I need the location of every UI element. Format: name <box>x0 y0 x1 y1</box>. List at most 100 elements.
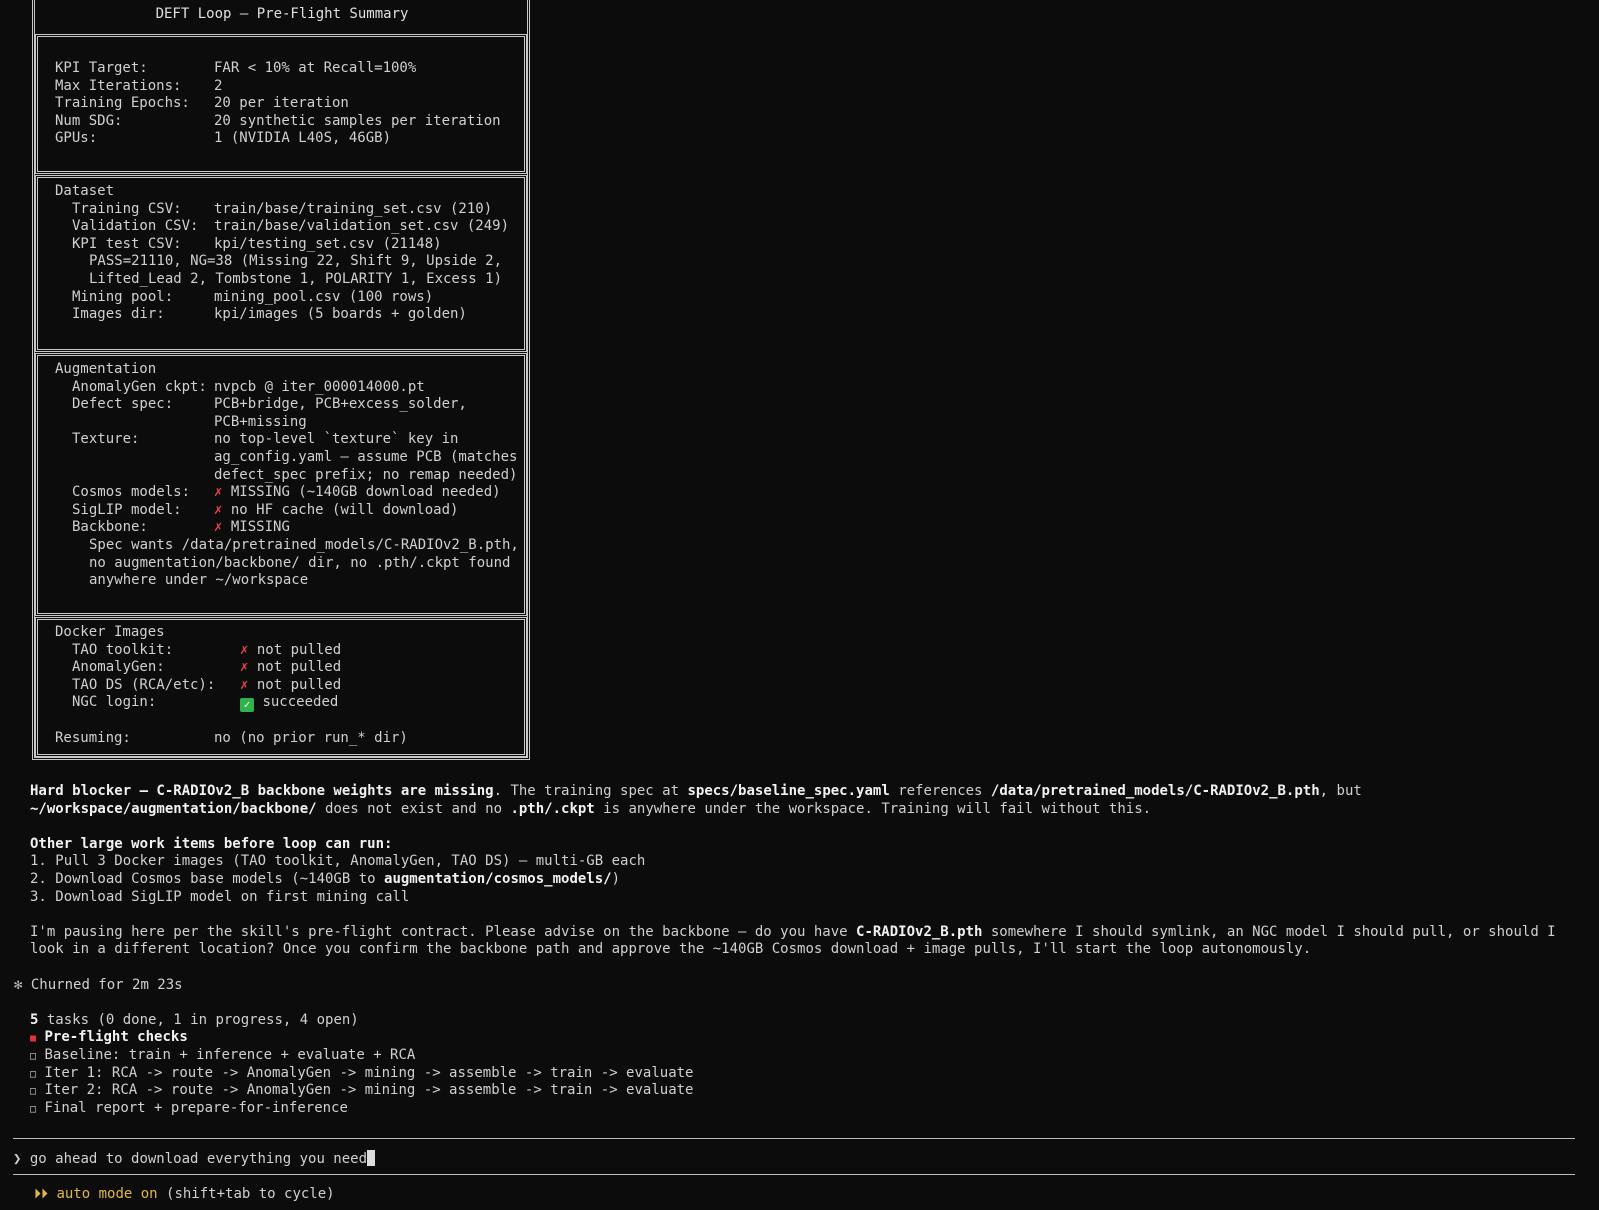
pause-text: I'm pausing here per the skill's pre-fli… <box>30 923 857 940</box>
ngc-login-status: ✓ succeeded <box>240 694 339 713</box>
cosmos-models-label: Cosmos models: <box>72 484 191 501</box>
backbone-value: MISSING <box>230 519 290 536</box>
backbone-note-2: no augmentation/backbone/ dir, no .pth/.… <box>89 554 511 571</box>
task-item: ■ Pre-flight checks <box>30 1029 188 1047</box>
backbone-file: C-RADIOv2_B.pth <box>856 923 983 940</box>
cross-icon: ✗ <box>240 659 249 676</box>
blocker-text: . The training spec at <box>493 783 688 799</box>
cosmos-path: augmentation/cosmos_models/ <box>384 871 612 887</box>
blocker-line-2: ~/workspace/augmentation/backbone/ does … <box>30 801 1151 819</box>
gpus-label: GPUs: <box>55 130 98 147</box>
anomalygen-ckpt-value: nvpcb @ iter_000014000.pt <box>214 378 425 395</box>
blocker-text: references <box>889 783 991 799</box>
ngc-login-value: succeeded <box>262 694 339 711</box>
cross-icon: ✗ <box>214 501 223 518</box>
task-label: Pre-flight checks <box>44 1029 188 1046</box>
defect-spec-value-1: PCB+bridge, PCB+excess_solder, <box>214 396 467 413</box>
mode-indicator[interactable]: ⏵⏵ auto mode on (shift+tab to cycle) <box>34 1186 335 1204</box>
work-item-2: 2. Download Cosmos base models (~140GB t… <box>30 871 620 889</box>
task-label: Final report + prepare-for-inference <box>44 1099 348 1116</box>
num-sdg-value: 20 synthetic samples per iteration <box>214 112 501 129</box>
defect-spec-value-2: PCB+missing <box>214 413 307 430</box>
kpi-test-csv-label: KPI test CSV: <box>72 235 182 252</box>
augmentation-heading: Augmentation <box>55 361 157 377</box>
backbone-dir: ~/workspace/augmentation/backbone/ <box>30 800 317 817</box>
resuming-label: Resuming: <box>55 729 131 746</box>
auto-mode-label: auto mode on <box>56 1186 158 1202</box>
pause-text: somewhere I should symlink, an NGC model… <box>982 923 1556 940</box>
task-item: □ Iter 1: RCA -> route -> AnomalyGen -> … <box>30 1065 693 1083</box>
anomalygen-image-status: ✗ not pulled <box>240 659 341 677</box>
other-items-heading: Other large work items before loop can r… <box>30 835 393 852</box>
validation-csv-label: Validation CSV: <box>72 218 199 235</box>
task-item: □ Iter 2: RCA -> route -> AnomalyGen -> … <box>30 1082 693 1100</box>
images-dir-value: kpi/images (5 boards + golden) <box>214 306 467 323</box>
churned-status: ✻ Churned for 2m 23s <box>14 977 183 995</box>
kpi-target-value: FAR < 10% at Recall=100% <box>214 60 417 76</box>
tao-toolkit-label: TAO toolkit: <box>72 641 174 658</box>
anomalygen-image-value: not pulled <box>256 659 342 676</box>
blocker-line-1: Hard blocker — C-RADIOv2_B backbone weig… <box>30 783 1362 801</box>
prompt-input[interactable]: ❯ go ahead to download everything you ne… <box>13 1150 376 1168</box>
max-iterations-label: Max Iterations: <box>55 77 182 94</box>
text-cursor <box>367 1150 376 1166</box>
check-icon: ✓ <box>240 698 254 713</box>
work-item-1: 1. Pull 3 Docker images (TAO toolkit, An… <box>30 853 646 870</box>
backbone-status: ✗ MISSING <box>214 519 290 537</box>
cross-icon: ✗ <box>240 676 249 693</box>
blocker-text: does not exist and no <box>316 800 511 817</box>
siglip-model-value: no HF cache (will download) <box>230 501 459 518</box>
tasks-summary-text: tasks (0 done, 1 in progress, 4 open) <box>38 1011 359 1028</box>
task-active-icon: ■ <box>30 1033 37 1045</box>
fast-forward-icon: ⏵⏵ <box>34 1186 48 1202</box>
task-label: Baseline: train + inference + evaluate +… <box>44 1047 416 1063</box>
tao-toolkit-status: ✗ not pulled <box>240 642 341 660</box>
kpi-detail-line-2: Lifted_Lead 2, Tombstone 1, POLARITY 1, … <box>89 271 503 287</box>
blocker-text: is anywhere under the workspace. Trainin… <box>594 800 1152 817</box>
siglip-model-status: ✗ no HF cache (will download) <box>214 502 458 520</box>
tao-ds-status: ✗ not pulled <box>240 677 341 695</box>
docker-heading: Docker Images <box>55 624 165 640</box>
task-label: Iter 1: RCA -> route -> AnomalyGen -> mi… <box>44 1064 694 1081</box>
training-csv-value: train/base/training_set.csv (210) <box>214 200 493 217</box>
task-open-icon: □ <box>30 1068 37 1080</box>
prompt-bottom-divider <box>13 1174 1575 1175</box>
pause-line-1: I'm pausing here per the skill's pre-fli… <box>30 924 1556 942</box>
task-item: □ Baseline: train + inference + evaluate… <box>30 1047 415 1065</box>
num-sdg-label: Num SDG: <box>55 112 123 129</box>
backbone-path: /data/pretrained_models/C-RADIOv2_B.pth <box>990 783 1320 799</box>
kpi-test-csv-value: kpi/testing_set.csv (21148) <box>214 235 442 252</box>
churned-text: Churned for 2m 23s <box>30 976 183 993</box>
cross-icon: ✗ <box>240 641 249 658</box>
anomalygen-image-label: AnomalyGen: <box>72 659 165 676</box>
cross-icon: ✗ <box>214 484 223 501</box>
cosmos-models-status: ✗ MISSING (~140GB download needed) <box>214 484 501 502</box>
validation-csv-value: train/base/validation_set.csv (249) <box>214 218 510 235</box>
task-open-icon: □ <box>30 1086 37 1098</box>
mining-pool-value: mining_pool.csv (100 rows) <box>214 288 434 305</box>
backbone-note-1: Spec wants /data/pretrained_models/C-RAD… <box>89 537 519 553</box>
checkpoint-ext: .pth/.ckpt <box>510 800 595 817</box>
gpus-value: 1 (NVIDIA L40S, 46GB) <box>214 130 392 147</box>
texture-value-1: no top-level `texture` key in <box>214 431 459 448</box>
pause-line-2: look in a different location? Once you c… <box>30 941 1312 958</box>
summary-title: DEFT Loop — Pre-Flight Summary <box>155 6 409 22</box>
tao-toolkit-value: not pulled <box>256 641 342 658</box>
prompt-top-divider <box>13 1138 1575 1139</box>
defect-spec-label: Defect spec: <box>72 396 174 413</box>
task-open-icon: □ <box>30 1051 37 1062</box>
prompt-chevron-icon: ❯ <box>13 1151 22 1167</box>
mining-pool-label: Mining pool: <box>72 288 174 305</box>
mode-hint: (shift+tab to cycle) <box>157 1186 335 1202</box>
training-epochs-value: 20 per iteration <box>214 95 349 112</box>
prompt-value[interactable]: go ahead to download everything you need <box>30 1151 367 1167</box>
max-iterations-value: 2 <box>214 77 223 94</box>
spinner-icon: ✻ <box>14 976 23 993</box>
siglip-model-label: SigLIP model: <box>72 501 182 518</box>
backbone-note-3: anywhere under ~/workspace <box>89 572 309 589</box>
anomalygen-ckpt-label: AnomalyGen ckpt: <box>72 378 207 395</box>
texture-value-3: defect_spec prefix; no remap needed) <box>214 466 518 483</box>
task-item: □ Final report + prepare-for-inference <box>30 1100 348 1118</box>
work-item-text: ) <box>611 871 621 887</box>
tasks-summary: 5 tasks (0 done, 1 in progress, 4 open) <box>30 1012 359 1030</box>
